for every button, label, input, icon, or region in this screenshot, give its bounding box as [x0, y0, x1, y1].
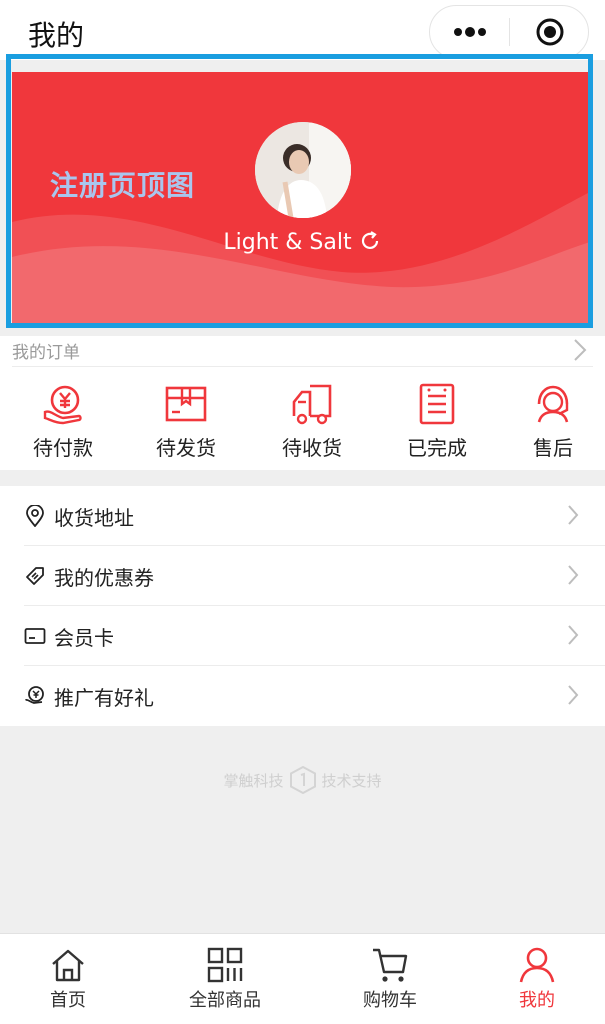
tab-mine[interactable]: 我的: [477, 934, 597, 1024]
order-item-label: 待收货: [282, 436, 342, 460]
tab-label: 全部商品: [189, 990, 261, 1011]
tab-all-products[interactable]: 全部商品: [165, 934, 285, 1024]
menu-item-label: 会员卡: [54, 626, 114, 650]
truck-icon: [292, 384, 332, 425]
tab-label: 我的: [519, 990, 555, 1011]
title-bar: 我的: [0, 0, 605, 62]
tab-label: 购物车: [363, 990, 417, 1011]
more-button[interactable]: [430, 6, 509, 58]
username: Light & Salt: [223, 230, 352, 255]
orders-header[interactable]: 我的订单: [12, 336, 593, 367]
gift-coin-icon: [25, 686, 44, 704]
package-icon: [165, 386, 207, 422]
menu-item-address[interactable]: 收货地址: [24, 486, 605, 546]
order-pending-shipment[interactable]: 待发货: [136, 382, 236, 462]
tab-bar: 首页 全部商品 购物车 我的: [0, 933, 605, 1024]
tech-support: 掌触科技 技术支持: [0, 765, 605, 798]
grid-icon: [207, 947, 243, 983]
chevron-right-icon: [568, 625, 579, 645]
order-item-label: 售后: [533, 436, 573, 460]
tab-home[interactable]: 首页: [8, 934, 128, 1024]
more-dots-icon: [453, 27, 486, 37]
coupon-icon: [26, 567, 44, 585]
mini-program-capsule: [429, 5, 589, 59]
close-button[interactable]: [510, 6, 589, 58]
menu-list: 收货地址 我的优惠券 会员卡 推广有好礼: [0, 486, 605, 726]
cart-icon: [373, 948, 408, 982]
order-item-label: 待付款: [33, 436, 93, 460]
menu-item-member-card[interactable]: 会员卡: [24, 606, 605, 666]
record-close-icon: [536, 18, 563, 46]
chevron-right-icon: [574, 339, 587, 361]
user-avatar-photo: [255, 122, 351, 218]
support-text: 技术支持: [321, 772, 382, 790]
order-item-label: 待发货: [156, 436, 216, 460]
yen-hand-icon: [43, 385, 82, 425]
banner-overlay-text: 注册页顶图: [50, 169, 196, 202]
chevron-right-icon: [568, 565, 579, 585]
headset-icon: [537, 385, 569, 423]
menu-item-coupons[interactable]: 我的优惠券: [24, 546, 605, 606]
menu-item-label: 推广有好礼: [54, 686, 154, 710]
order-item-label: 已完成: [407, 436, 467, 460]
order-pending-receipt[interactable]: 待收货: [262, 382, 362, 462]
order-pending-payment[interactable]: 待付款: [13, 382, 113, 462]
home-icon: [52, 949, 84, 982]
user-icon: [519, 947, 555, 983]
receipt-icon: [419, 383, 455, 425]
card-icon: [24, 628, 46, 644]
tab-cart[interactable]: 购物车: [330, 934, 450, 1024]
menu-item-label: 我的优惠券: [54, 566, 154, 590]
page-title: 我的: [28, 19, 85, 52]
user-avatar[interactable]: [255, 122, 351, 218]
hexagon-logo-icon: [289, 765, 316, 798]
menu-item-label: 收货地址: [54, 506, 134, 530]
orders-title: 我的订单: [12, 343, 80, 363]
refresh-icon[interactable]: [358, 229, 382, 259]
order-completed[interactable]: 已完成: [387, 382, 487, 462]
location-pin-icon: [26, 505, 44, 527]
chevron-right-icon: [568, 505, 579, 525]
tab-label: 首页: [50, 990, 86, 1011]
orders-section: 我的订单 待付款 待发货 待收货 已完成 售后: [0, 336, 605, 470]
username-row: Light & Salt: [0, 229, 605, 259]
menu-item-referral[interactable]: 推广有好礼: [24, 666, 605, 726]
order-after-sales[interactable]: 售后: [503, 382, 603, 462]
chevron-right-icon: [568, 685, 579, 705]
support-brand: 掌触科技: [223, 772, 284, 790]
